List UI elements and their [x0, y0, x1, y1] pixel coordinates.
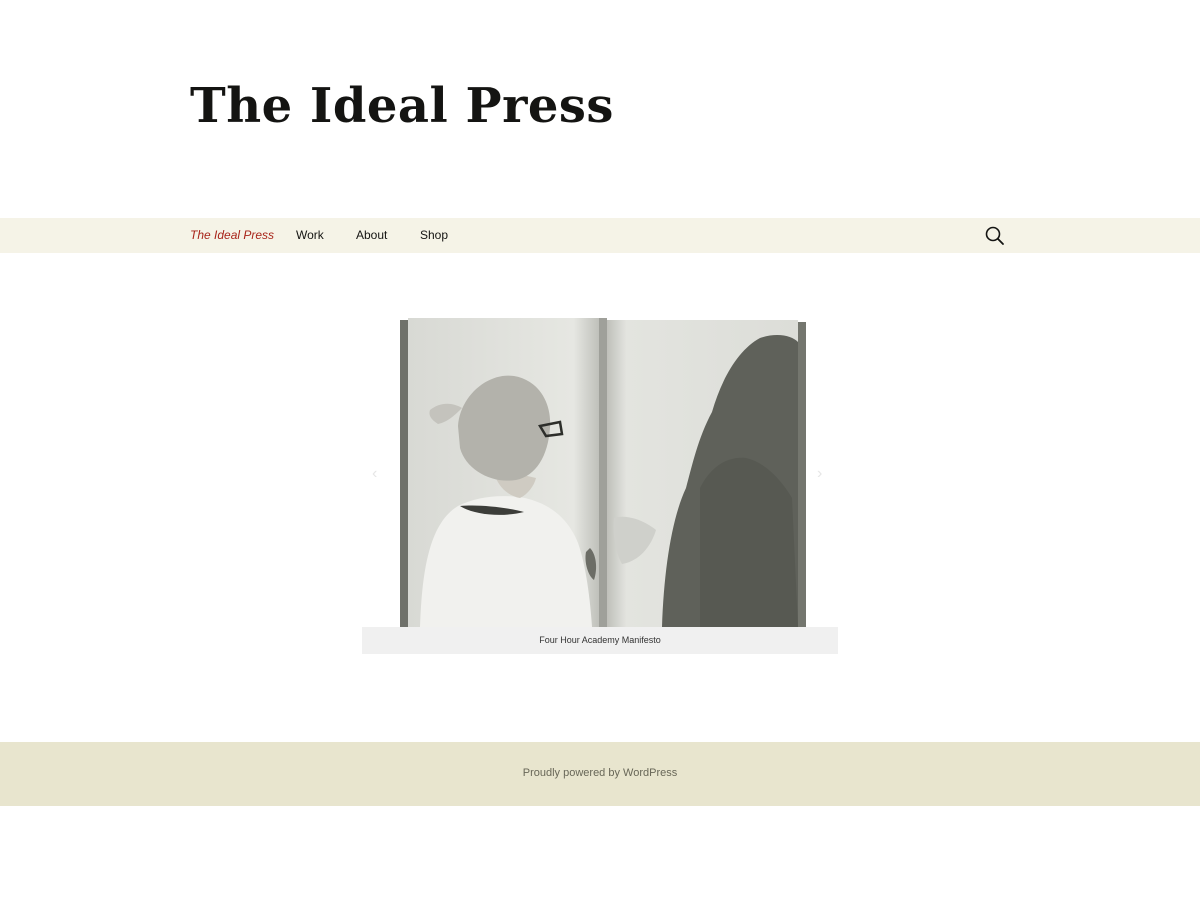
- chevron-left-icon[interactable]: ‹: [372, 465, 377, 483]
- nav-item-work[interactable]: Work: [296, 218, 324, 253]
- gallery-image: [400, 318, 806, 627]
- site-title[interactable]: The Ideal Press: [190, 74, 614, 138]
- search-icon[interactable]: [984, 225, 1006, 247]
- gallery-caption: Four Hour Academy Manifesto: [362, 627, 838, 654]
- image-gallery: ‹ › Four Hour Academy Manifesto: [362, 300, 838, 654]
- nav-item-shop[interactable]: Shop: [420, 218, 448, 253]
- chevron-right-icon[interactable]: ›: [817, 465, 822, 483]
- site-header: The Ideal Press: [0, 0, 1200, 218]
- nav-item-about[interactable]: About: [356, 218, 387, 253]
- main-navigation: The Ideal Press Work About Shop: [0, 218, 1200, 253]
- nav-item-home[interactable]: The Ideal Press: [190, 218, 274, 253]
- site-footer: Proudly powered by WordPress: [0, 742, 1200, 806]
- footer-credit-link[interactable]: Proudly powered by WordPress: [523, 767, 677, 779]
